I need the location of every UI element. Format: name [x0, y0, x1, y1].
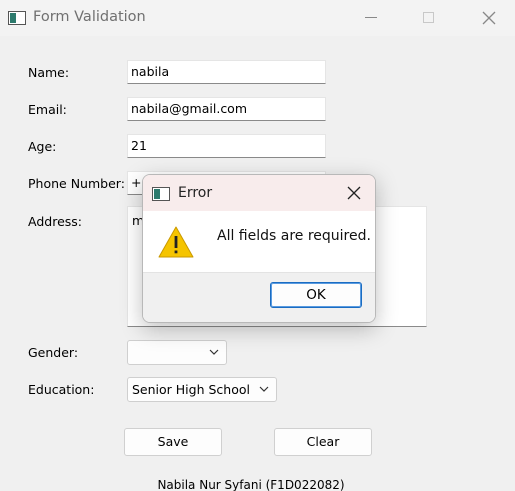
footer-credit: Nabila Nur Syfani (F1D022082) [157, 478, 345, 491]
minimize-button[interactable] [348, 0, 394, 36]
close-icon [482, 11, 496, 25]
app-icon [8, 11, 26, 25]
gender-label: Gender: [28, 345, 79, 360]
education-select[interactable]: Senior High School [127, 377, 277, 402]
save-button[interactable]: Save [124, 428, 222, 456]
email-label: Email: [28, 102, 67, 117]
dialog-close-button[interactable] [341, 181, 367, 205]
age-input[interactable]: 21 [127, 134, 326, 158]
dialog-titlebar[interactable]: Error [143, 175, 375, 211]
education-select-value: Senior High School [132, 382, 250, 397]
error-dialog[interactable]: Error All fields are required. OK [142, 174, 376, 323]
chevron-down-icon [259, 386, 269, 392]
window-titlebar[interactable]: Form Validation [0, 0, 515, 36]
warning-icon [158, 226, 194, 258]
dialog-title: Error [178, 185, 213, 201]
name-input[interactable]: nabila [127, 60, 326, 84]
ok-button[interactable]: OK [270, 282, 362, 308]
chevron-down-icon [209, 349, 219, 355]
dialog-message: All fields are required. [217, 228, 371, 244]
minimize-icon [365, 17, 377, 18]
education-label: Education: [28, 382, 95, 397]
phone-label: Phone Number: [28, 176, 125, 191]
gender-select[interactable] [127, 340, 227, 365]
close-button[interactable] [465, 0, 511, 36]
clear-button[interactable]: Clear [274, 428, 372, 456]
age-label: Age: [28, 139, 57, 154]
maximize-button[interactable] [405, 0, 451, 36]
address-label: Address: [28, 214, 82, 229]
dialog-body: All fields are required. [143, 211, 375, 273]
maximize-icon [423, 12, 434, 23]
name-label: Name: [28, 65, 70, 80]
window-title: Form Validation [33, 9, 146, 25]
dialog-app-icon [152, 187, 170, 201]
email-input[interactable]: nabila@gmail.com [127, 97, 326, 121]
dialog-footer: OK [143, 272, 375, 322]
close-icon [347, 186, 361, 200]
